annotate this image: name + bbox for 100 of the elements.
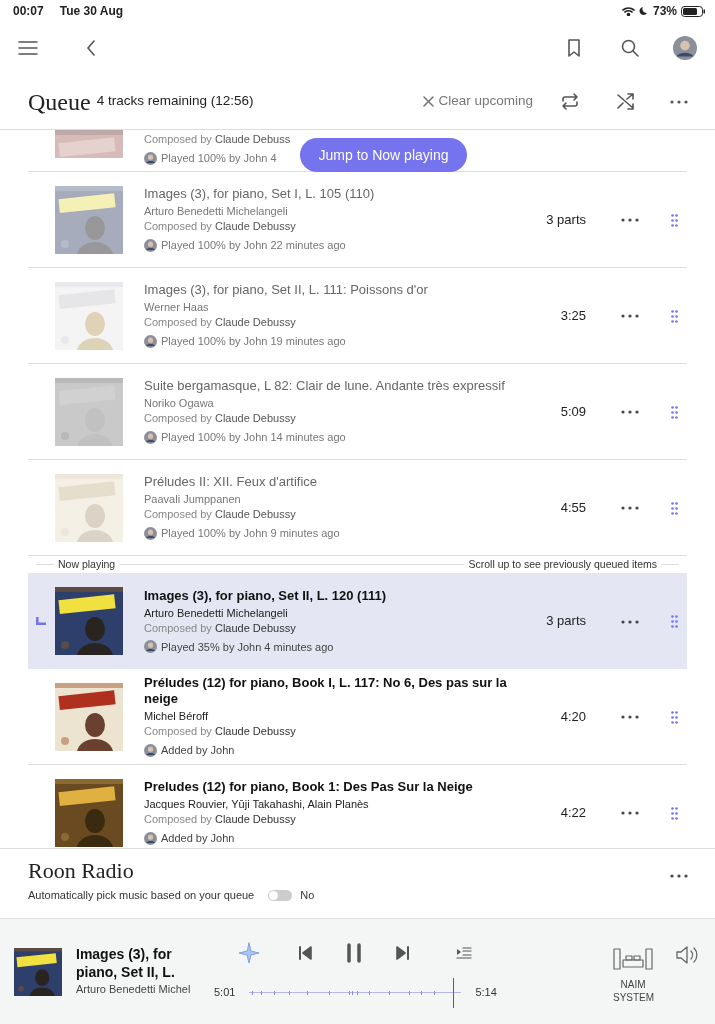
profile-button[interactable] [673,36,697,60]
previous-icon [298,945,312,960]
drag-handle[interactable] [671,710,678,724]
track-artist[interactable]: Michel Béroff [144,709,512,725]
play-pause-button[interactable] [346,942,362,963]
drag-handle-icon [671,615,678,629]
track-composer[interactable]: Composed by Claude Debussy [144,620,296,636]
track-duration: 3 parts [545,612,586,631]
track-duration: 3:25 [559,306,586,325]
track-activity: Played 100% by John 9 minutes ago [161,526,340,541]
clear-upcoming-button[interactable]: Clear upcoming [423,91,533,112]
sparkle-icon [238,941,260,964]
track-artist[interactable]: Jacques Rouvier, Yūji Takahashi, Alain Planès [144,797,512,813]
drag-handle[interactable] [671,309,678,323]
track-row[interactable]: Préludes II: XII. Feux d'artifice Paavali Jumppanen Composed by Claude Debussy Played 100% by John 9 minutes ago 4:55 [28,460,687,556]
radio-description: Automatically pick music based on your queue [28,888,255,904]
queue-button[interactable] [456,946,472,959]
drag-handle[interactable] [671,405,678,419]
now-playing-title[interactable]: Images (3), for piano, Set II, L. [76,945,196,982]
track-composer[interactable]: Composed by Claude Debussy [144,724,296,740]
radio-toggle[interactable] [268,889,293,901]
battery-percent: 73% [652,3,677,20]
next-button[interactable] [396,945,410,960]
track-composer[interactable]: Composed by Claude Debussy [144,507,296,523]
track-activity: Played 35% by John 4 minutes ago [161,639,334,655]
track-title[interactable]: Suite bergamasque, L 82: Clair de lune. Andante très expressif [144,378,512,395]
now-playing-artist[interactable]: Arturo Benedetti Michel [76,981,198,998]
total-time: 5:14 [475,985,497,1001]
track-artist[interactable]: Werner Haas [144,300,512,316]
avatar-icon [673,36,697,60]
avatar-icon [144,238,157,252]
playing-marker-icon [36,617,46,625]
drag-handle[interactable] [671,806,678,820]
now-playing-row[interactable]: Images (3), for piano, Set II, L. 120 (111) Arturo Benedetti Michelangeli Composed by Claude Debussy Played 35% by John 4 minutes ago 3 parts [28,573,687,669]
track-composer[interactable]: Composed by Claude Debussy [144,219,296,235]
track-artist[interactable]: Noriko Ogawa [144,396,512,412]
radio-sparkle-button[interactable] [238,941,260,964]
drag-handle-icon [671,309,678,323]
speakers-icon [613,947,653,970]
track-activity: Played 100% by John 22 minutes ago [161,238,346,253]
queue-summary: 4 tracks remaining (12:56) [96,92,254,111]
now-playing-label: Now playing [58,556,116,572]
shuffle-icon [617,93,635,110]
track-title[interactable]: Preludes (12) for piano, Book 1: Des Pas Sur la Neige [144,779,512,796]
track-row[interactable]: Images (3), for piano, Set I, L. 105 (110) Arturo Benedetti Michelangeli Composed by Claude Debussy Played 100% by John 22 minutes ago 3 parts [28,172,687,268]
previous-button[interactable] [298,945,312,960]
status-time: 00:07 [13,3,44,20]
track-duration: 5:09 [559,402,586,421]
zone-name: NAIM SYSTEM [613,977,653,1004]
drag-handle-icon [671,405,678,419]
avatar-icon [144,334,157,348]
shuffle-button[interactable] [617,93,635,110]
track-row[interactable]: Suite bergamasque, L 82: Clair de lune. Andante très expressif Noriko Ogawa Composed by Claude Debussy Played 100% by John 14 minutes ago 5:09 [28,364,687,460]
track-composer[interactable]: Composed by Claude Debussy [144,812,296,828]
bookmark-button[interactable] [567,39,581,57]
battery-icon [681,5,705,17]
menu-button[interactable] [18,40,38,56]
repeat-button[interactable] [561,93,579,110]
track-artist[interactable]: Paavali Jumppanen [144,492,512,508]
track-artist[interactable]: Arturo Benedetti Michelangeli [144,204,512,220]
track-row[interactable]: Images (3), for piano, Set II, L. 111: Poissons d'or Werner Haas Composed by Claude Debussy Played 100% by John 19 minutes ago 3:25 [28,268,687,364]
track-row[interactable]: Préludes (12) for piano, Book I, L. 117: No 6, Des pas sur la neige Michel Béroff Composed by Claude Debussy Added by John 4:20 [28,669,687,765]
queue-icon [456,946,472,959]
drag-handle-icon [671,501,678,515]
track-duration: 4:20 [559,707,586,726]
drag-handle[interactable] [671,615,678,629]
drag-handle-icon [671,710,678,724]
elapsed-time: 5:01 [214,985,236,1001]
track-artist[interactable]: Arturo Benedetti Michelangeli [144,605,512,621]
track-title[interactable]: Images (3), for piano, Set II, L. 111: Poissons d'or [144,282,512,299]
zone-button[interactable] [613,947,653,970]
track-title[interactable]: Images (3), for piano, Set II, L. 120 (111) [144,587,512,604]
search-button[interactable] [621,39,639,57]
track-duration: 4:55 [559,498,586,517]
drag-handle[interactable] [671,213,678,227]
avatar-icon [144,831,157,845]
avatar-icon [144,526,157,540]
track-composer[interactable]: Composed by Claude Debuss [144,132,291,147]
avatar-icon [144,640,157,654]
drag-handle[interactable] [671,501,678,515]
status-date: Tue 30 Aug [59,3,124,20]
drag-handle-icon [671,213,678,227]
repeat-icon [561,93,579,110]
track-composer[interactable]: Composed by Claude Debussy [144,315,296,331]
menu-icon [18,40,38,56]
jump-to-now-playing-button[interactable]: Jump to Now playing [300,138,467,172]
track-activity: Played 100% by John 14 minutes ago [161,430,346,445]
bookmark-icon [567,39,581,57]
scroll-hint: Scroll up to see previously queued items [468,556,657,572]
track-row[interactable]: Preludes (12) for piano, Book 1: Des Pas Sur la Neige Jacques Rouvier, Yūji Takahashi, Alain Planès Composed by Claude Debussy Added by John 4:22 [28,765,687,848]
track-composer[interactable]: Composed by Claude Debussy [144,411,296,427]
close-icon [423,96,435,107]
avatar-icon [144,744,157,758]
back-button[interactable] [86,40,96,56]
track-title[interactable]: Préludes II: XII. Feux d'artifice [144,474,512,491]
track-title[interactable]: Préludes (12) for piano, Book I, L. 117: No 6, Des pas sur la neige [144,675,512,708]
pause-icon [346,942,362,963]
track-title[interactable]: Images (3), for piano, Set I, L. 105 (110) [144,186,512,203]
queue-title: Queue [28,87,91,117]
avatar-icon [144,430,157,444]
